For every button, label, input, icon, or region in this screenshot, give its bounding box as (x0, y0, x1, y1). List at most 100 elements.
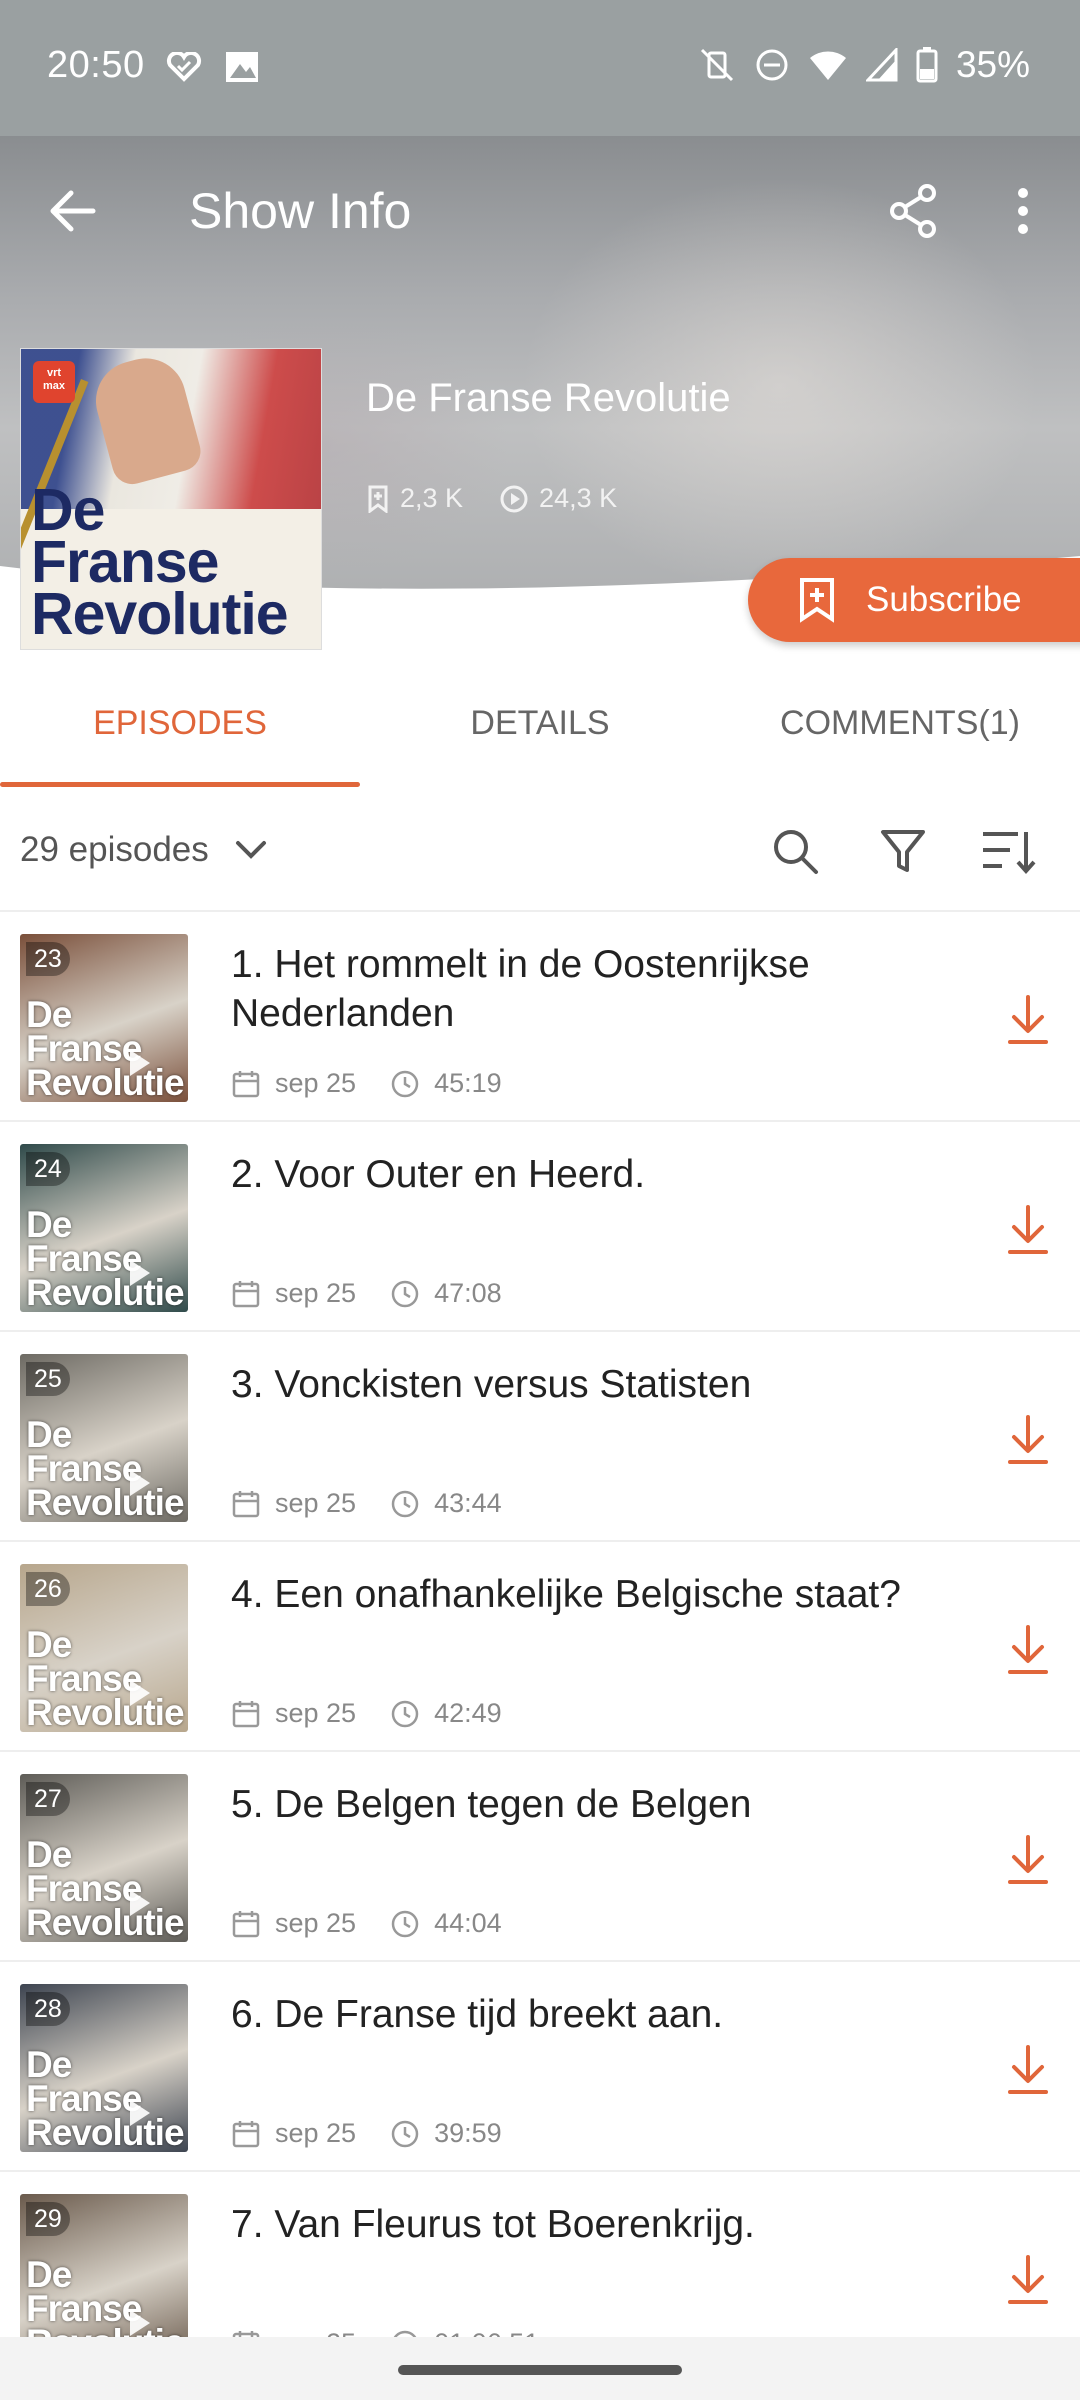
download-button[interactable] (1000, 1620, 1056, 1680)
episode-row[interactable]: 28 De Franse Revolutie 6. De Franse tijd… (0, 1962, 1080, 2172)
calendar-icon (232, 1280, 260, 1307)
page-title: Show Info (189, 183, 412, 239)
episode-row[interactable]: 27 De Franse Revolutie 5. De Belgen tege… (0, 1752, 1080, 1962)
episode-duration: 45:19 (390, 1068, 502, 1099)
episode-title: 6. De Franse tijd breekt aan. (231, 1993, 724, 2036)
wifi-icon (809, 51, 846, 80)
image-icon (226, 52, 258, 82)
download-icon (1008, 2045, 1048, 2094)
episode-row[interactable]: 24 De Franse Revolutie 2. Voor Outer en … (0, 1122, 1080, 1332)
bookmark-icon (368, 485, 388, 513)
more-options-button[interactable] (1000, 176, 1046, 246)
dnd-icon (756, 49, 788, 81)
episode-row[interactable]: 26 De Franse Revolutie 4. Een onafhankel… (0, 1542, 1080, 1752)
calendar-icon (232, 2120, 260, 2147)
download-button[interactable] (1000, 1830, 1056, 1890)
play-icon (130, 1890, 150, 1916)
home-indicator[interactable] (398, 2365, 682, 2375)
more-vert-icon (1018, 188, 1028, 234)
search-button[interactable] (770, 826, 820, 881)
episode-thumbnail[interactable]: 26 De Franse Revolutie (20, 1564, 188, 1732)
episode-meta: sep 25 42:49 (231, 1698, 536, 1729)
clock-icon (391, 2120, 419, 2147)
download-button[interactable] (1000, 1410, 1056, 1470)
system-nav-bar (0, 2337, 1080, 2400)
show-stats: 2,3 K 24,3 K (366, 483, 639, 514)
episode-duration: 43:44 (390, 1488, 502, 1519)
episode-duration: 47:08 (390, 1278, 502, 1309)
episode-thumbnail[interactable]: 27 De Franse Revolutie (20, 1774, 188, 1942)
download-button[interactable] (1000, 2250, 1056, 2310)
episode-title: 2. Voor Outer en Heerd. (231, 1153, 646, 1196)
top-app-bar: Show Info (0, 136, 1080, 284)
episode-row[interactable]: 23 De Franse Revolutie 1. Het rommelt in… (0, 912, 1080, 1122)
episode-number-badge: 24 (26, 1152, 70, 1186)
play-icon (130, 1050, 150, 1076)
thumbnail-overlay-text: De Franse Revolutie (26, 2044, 185, 2152)
podcast-cover-art[interactable]: vrt max De Franse Revolutie (20, 348, 322, 650)
episode-date: sep 25 (231, 2118, 356, 2149)
signal-icon (865, 48, 898, 82)
episode-number-badge: 25 (26, 1362, 70, 1396)
status-time: 20:50 (47, 44, 145, 86)
episode-number-badge: 26 (26, 1572, 70, 1606)
calendar-icon (232, 1490, 260, 1517)
tab-comments[interactable]: COMMENTS(1) (720, 704, 1080, 743)
sort-icon (983, 832, 1036, 875)
download-button[interactable] (1000, 2040, 1056, 2100)
episode-count-dropdown[interactable]: 29 episodes (20, 830, 267, 870)
episode-meta: sep 25 43:44 (231, 1488, 536, 1519)
heart-badge-icon (166, 52, 202, 82)
vibrate-off-icon (700, 48, 733, 82)
episode-date: sep 25 (231, 1068, 356, 1099)
subscribe-button[interactable]: Subscribe (748, 558, 1080, 642)
thumbnail-overlay-text: De Franse Revolutie (26, 1624, 185, 1732)
play-icon (130, 1260, 150, 1286)
share-icon (890, 184, 936, 238)
tab-bar: EPISODES DETAILS COMMENTS(1) (0, 664, 1080, 787)
sort-button[interactable] (980, 826, 1036, 881)
episode-title: 4. Een onafhankelijke Belgische staat? (231, 1573, 901, 1616)
clock-icon (391, 1280, 419, 1307)
status-bar: 20:50 35% (0, 0, 1080, 136)
episode-title: 1. Het rommelt in de Oostenrijkse Nederl… (231, 943, 810, 1035)
episode-thumbnail[interactable]: 29 De Franse Revolutie (20, 2194, 188, 2337)
download-icon (1008, 1625, 1048, 1674)
episode-date: sep 25 (231, 1698, 356, 1729)
chevron-down-icon (235, 841, 266, 859)
status-system-icons: 35% (698, 44, 1030, 86)
thumbnail-overlay-text: De Franse Revolutie (26, 1204, 185, 1312)
play-icon (130, 1680, 150, 1706)
tab-details[interactable]: DETAILS (360, 704, 720, 743)
download-icon (1008, 995, 1048, 1044)
episode-row[interactable]: 29 De Franse Revolutie 7. Van Fleurus to… (0, 2172, 1080, 2337)
tab-episodes[interactable]: EPISODES (0, 704, 360, 743)
download-button[interactable] (1000, 990, 1056, 1050)
episode-thumbnail[interactable]: 25 De Franse Revolutie (20, 1354, 188, 1522)
episode-meta: sep 25 44:04 (231, 1908, 536, 1939)
share-button[interactable] (880, 176, 946, 246)
show-title: De Franse Revolutie (366, 376, 731, 420)
episode-row[interactable]: 25 De Franse Revolutie 3. Vonckisten ver… (0, 1332, 1080, 1542)
play-circle-icon (500, 485, 528, 512)
episode-thumbnail[interactable]: 23 De Franse Revolutie (20, 934, 188, 1102)
back-button[interactable] (40, 178, 106, 244)
episode-duration: 39:59 (390, 2118, 502, 2149)
status-notification-icons (166, 50, 260, 84)
search-icon (774, 830, 818, 874)
filter-button[interactable] (878, 826, 928, 881)
episode-thumbnail[interactable]: 28 De Franse Revolutie (20, 1984, 188, 2152)
episode-date: sep 25 (231, 1278, 356, 1309)
clock-icon (391, 1070, 419, 1097)
episode-meta: sep 25 45:19 (231, 1068, 536, 1099)
clock-icon (393, 2330, 417, 2337)
thumbnail-overlay-text: De Franse Revolutie (26, 994, 185, 1102)
download-button[interactable] (1000, 1200, 1056, 1260)
download-icon (1008, 1415, 1048, 1464)
play-icon (130, 1470, 150, 1496)
clock-icon (391, 1910, 419, 1937)
episode-thumbnail[interactable]: 24 De Franse Revolutie (20, 1144, 188, 1312)
filter-icon (881, 830, 925, 872)
episode-title: 3. Vonckisten versus Statisten (231, 1363, 752, 1406)
cover-title-text: De Franse Revolutie (31, 477, 289, 647)
